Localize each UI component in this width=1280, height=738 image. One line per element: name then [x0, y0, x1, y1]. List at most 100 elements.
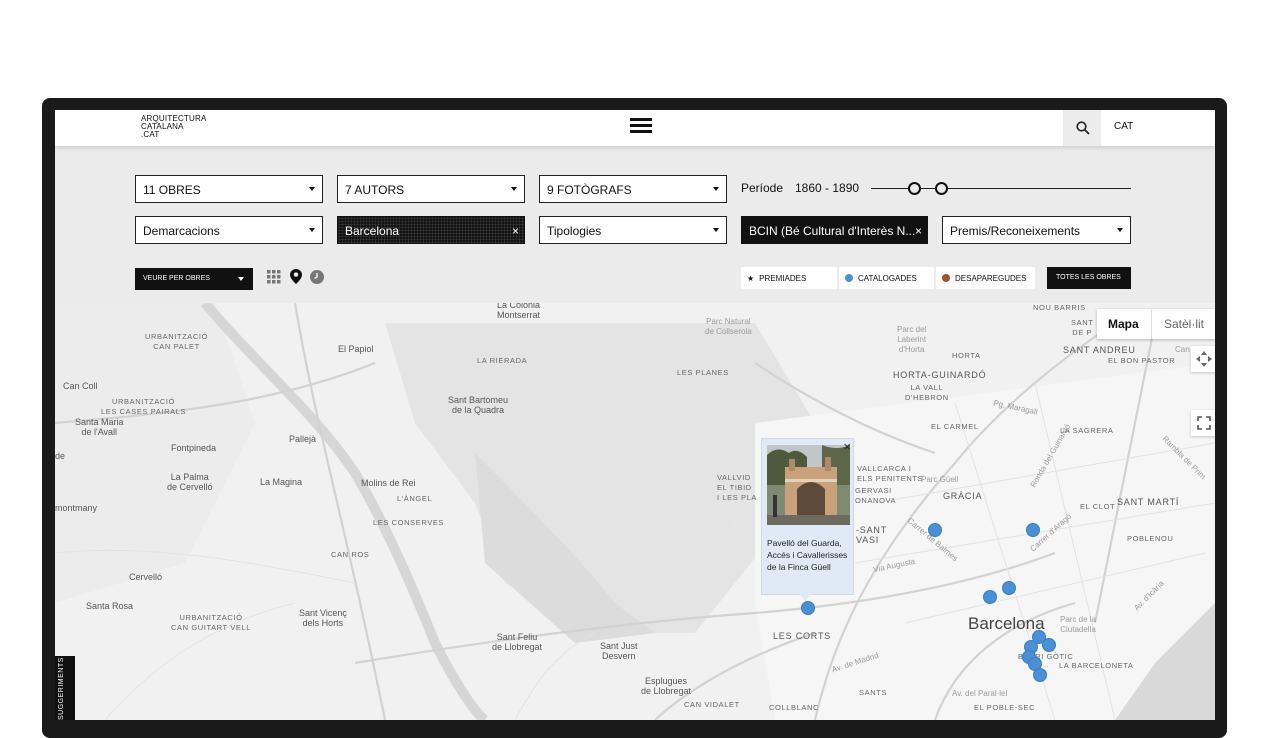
label-vallvidrera: VALLVID EL TIBID I LES PLA [717, 473, 758, 502]
label-sant-gervasi: -SANT VASI [856, 525, 887, 545]
chevron-down-icon [713, 187, 719, 191]
map-type-control: Mapa Satèl·lit [1097, 309, 1215, 339]
slider-handle-start[interactable] [908, 182, 921, 195]
label-barcelona: Barcelona [968, 614, 1045, 633]
label-gervasi: GERVASI ONANOVA [855, 486, 897, 505]
label-el-clot: EL CLOT [1080, 502, 1116, 511]
label-santa-maria: Santa Maria de l'Avall [75, 417, 124, 437]
screen: ARQUITECTURA CATALANA .CAT CAT 11 OBRES … [55, 110, 1215, 720]
chevron-down-icon [713, 228, 719, 232]
label-can-coll: Can Coll [63, 381, 98, 391]
label-colonia: La Colònia Montserrat [497, 303, 541, 320]
popup-title[interactable]: Pavelló del Guarda, Accés i Cavallerisse… [767, 537, 852, 573]
tipologies-dropdown[interactable]: Tipologies [539, 216, 727, 244]
barcelona-filter-chip[interactable]: Barcelona × [337, 216, 525, 244]
brown-dot-icon [942, 274, 950, 282]
view-select[interactable]: VEURE PER OBRES [135, 268, 253, 290]
label-les-corts: LES CORTS [773, 631, 832, 641]
autors-dropdown[interactable]: 7 AUTORS [337, 175, 525, 203]
totes-les-obres-button[interactable]: TOTES LES OBRES [1047, 267, 1131, 289]
remove-icon[interactable]: × [915, 224, 922, 238]
label-can-vidalet: CAN VIDALET [684, 700, 740, 709]
legend-desaparegudes-label: DESAPAREGUDES [955, 274, 1027, 283]
legend-premiades[interactable]: ★ PREMIADES [741, 267, 837, 289]
rotate-icon [1196, 351, 1212, 367]
fotografs-dropdown[interactable]: 9 FOTÒGRAFS [539, 175, 727, 203]
label-sant-bartomeu: Sant Bartomeu de la Quadra [448, 395, 509, 415]
label-l-angel: L'ÀNGEL [397, 494, 433, 503]
legend-desaparegudes[interactable]: DESAPAREGUDES [936, 267, 1035, 289]
fotografs-label: 9 FOTÒGRAFS [547, 183, 632, 197]
map-type-satellit[interactable]: Satèl·lit [1164, 317, 1204, 331]
search-button[interactable] [1063, 110, 1101, 146]
fullscreen-icon [1197, 416, 1211, 430]
periode-slider[interactable] [871, 182, 1131, 195]
star-icon: ★ [747, 274, 755, 283]
building-photo [767, 445, 850, 525]
premis-label: Premis/Reconeixements [950, 224, 1081, 238]
rotate-control[interactable] [1191, 346, 1215, 372]
label-pallejà: Pallejà [289, 434, 317, 444]
label-sants: SANTS [859, 688, 888, 697]
fullscreen-button[interactable] [1191, 410, 1215, 436]
label-esplugues: Esplugues de Llobregat [641, 676, 692, 696]
top-bar: ARQUITECTURA CATALANA .CAT CAT [55, 110, 1215, 146]
site-logo[interactable]: ARQUITECTURA CATALANA .CAT [141, 115, 207, 139]
label-la-rierada: LA RIERADA [477, 356, 528, 365]
chevron-down-icon [238, 277, 244, 281]
bcin-filter-chip[interactable]: BCIN (Bé Cultural d'Interès N... × [741, 216, 928, 244]
label-collblanc: COLLBLANC [769, 703, 820, 712]
map-marker[interactable] [1033, 668, 1047, 682]
label-molins: Molins de Rei [361, 478, 416, 488]
chevron-down-icon [1117, 228, 1123, 232]
info-popup[interactable]: × Pavelló del Guarda, Accés i Cavalleris… [761, 438, 854, 595]
clock-icon[interactable] [310, 270, 324, 284]
label-el-carmel: EL CARMEL [931, 422, 979, 431]
label-parc-guell: Parc Güell [921, 475, 959, 484]
blue-dot-icon [845, 274, 853, 282]
label-la-barceloneta: LA BARCELONETA [1059, 661, 1134, 670]
label-el-papiol: El Papiol [338, 344, 374, 354]
premis-dropdown[interactable]: Premis/Reconeixements [942, 216, 1131, 244]
suggeriments-tab[interactable]: SUGGERIMENTS [55, 656, 75, 720]
popup-pointer [799, 594, 811, 601]
obres-dropdown[interactable]: 11 OBRES [135, 175, 323, 203]
slider-handle-end[interactable] [935, 182, 948, 195]
legend-catalogades[interactable]: CATALOGADES [839, 267, 934, 289]
close-icon[interactable]: × [843, 439, 851, 454]
map[interactable]: La Colònia Montserrat Parc Natural de Co… [55, 303, 1215, 720]
periode-range: 1860 - 1890 [795, 181, 860, 195]
divider [1151, 309, 1152, 339]
periode-label: Període [741, 181, 784, 195]
grid-icon[interactable] [267, 270, 281, 284]
language-selector[interactable]: CAT [1114, 121, 1133, 132]
legend-premiades-label: PREMIADES [759, 274, 807, 283]
label-sant-marti: SANT MARTÍ [1117, 497, 1180, 507]
logo-line-3: .CAT [141, 130, 160, 139]
menu-icon[interactable] [630, 118, 652, 136]
label-gracia: GRÀCIA [943, 491, 983, 501]
map-type-mapa[interactable]: Mapa [1108, 317, 1139, 331]
label-horta-guinardo: HORTA-GUINARDÓ [893, 370, 987, 380]
label-sant-just: Sant Just Desvern [600, 641, 638, 661]
search-icon [1076, 121, 1090, 135]
label-fontpineda: Fontpineda [171, 443, 217, 453]
map-marker[interactable] [928, 523, 942, 537]
autors-label: 7 AUTORS [345, 183, 405, 197]
label-urb-cases-pairals: URBANITZACIÓ LES CASES PAIRALS [101, 397, 187, 416]
bcin-label: BCIN (Bé Cultural d'Interès N... [749, 224, 916, 238]
map-marker[interactable] [801, 601, 815, 615]
label-urb-can-palet: URBANITZACIÓ CAN PALET [145, 332, 209, 351]
map-marker[interactable] [1002, 581, 1016, 595]
popup-photo [767, 445, 850, 525]
demarcacions-dropdown[interactable]: Demarcacions [135, 216, 323, 244]
pin-icon[interactable] [290, 269, 302, 284]
map-marker[interactable] [1042, 638, 1056, 652]
map-marker[interactable] [983, 590, 997, 604]
remove-icon[interactable]: × [512, 224, 519, 238]
label-urb-can-guitart: URBANITZACIÓ CAN GUITART VELL [171, 613, 252, 632]
label-vallcarca: VALLCARCA I ELS PENITENTS [857, 464, 924, 483]
label-nou-barris: NOU BARRIS [1033, 303, 1086, 312]
map-marker[interactable] [1026, 523, 1040, 537]
legend-catalogades-label: CATALOGADES [858, 274, 917, 283]
